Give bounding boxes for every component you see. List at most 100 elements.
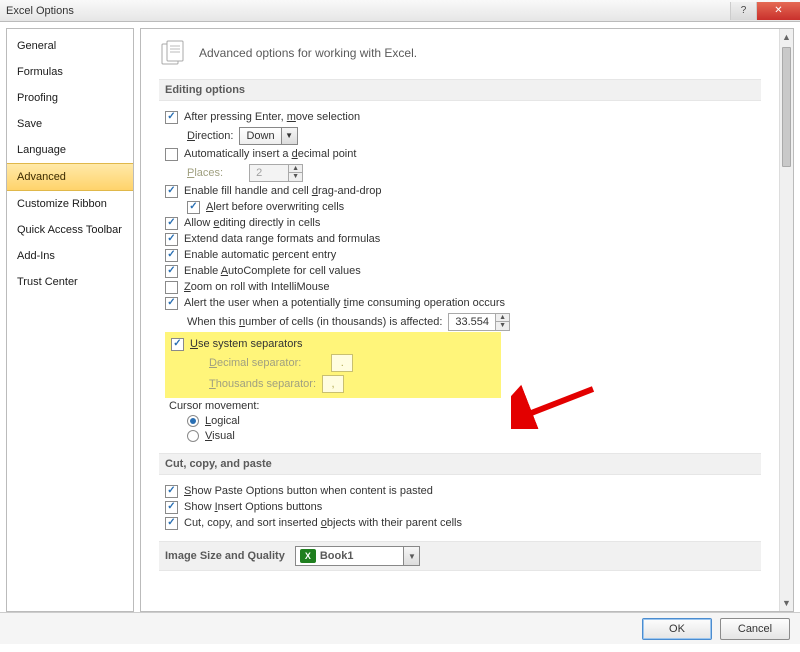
- opt-use-system-separators[interactable]: Use system separators: [190, 338, 303, 350]
- page-heading: Advanced options for working with Excel.: [199, 46, 417, 60]
- close-button[interactable]: ✕: [756, 2, 800, 20]
- section-cut-copy-paste: Cut, copy, and paste: [159, 453, 761, 475]
- checkbox-icon[interactable]: [165, 217, 178, 230]
- opt-label: Allow editing directly in cells: [184, 217, 320, 229]
- sidebar-item-save[interactable]: Save: [7, 111, 133, 137]
- checkbox-icon[interactable]: [165, 249, 178, 262]
- opt-label: Show Paste Options button when content i…: [184, 485, 433, 497]
- opt-direction: Direction: Down ▼: [159, 125, 761, 146]
- opt-label: Enable automatic percent entry: [184, 249, 336, 261]
- checkbox-icon[interactable]: [165, 297, 178, 310]
- spinner-buttons: ▲▼: [288, 165, 302, 181]
- opt-label: Alert before overwriting cells: [206, 201, 344, 213]
- sidebar-item-trust-center[interactable]: Trust Center: [7, 269, 133, 295]
- sidebar-item-proofing[interactable]: Proofing: [7, 85, 133, 111]
- opt-decimal-separator: Decimal separator: .: [165, 352, 501, 373]
- excel-icon: X: [300, 549, 316, 563]
- opt-fill-handle[interactable]: Enable fill handle and cell drag-and-dro…: [159, 183, 761, 199]
- decimal-sep-input: .: [331, 354, 353, 372]
- scroll-down-icon[interactable]: ▼: [780, 595, 793, 611]
- checkbox-icon[interactable]: [165, 281, 178, 294]
- opt-thousands-separator: Thousands separator: ,: [165, 373, 501, 394]
- opt-percent-entry[interactable]: Enable automatic percent entry: [159, 247, 761, 263]
- window-controls: ? ✕: [730, 2, 800, 20]
- opt-alert-overwrite[interactable]: Alert before overwriting cells: [159, 199, 761, 215]
- scrollbar-thumb[interactable]: [782, 47, 791, 167]
- opt-allow-editing[interactable]: Allow editing directly in cells: [159, 215, 761, 231]
- checkbox-icon[interactable]: [165, 265, 178, 278]
- checkbox-icon[interactable]: [165, 485, 178, 498]
- cancel-button[interactable]: Cancel: [720, 618, 790, 640]
- opt-cursor-logical[interactable]: Logical: [159, 413, 761, 428]
- chevron-down-icon[interactable]: ▼: [281, 128, 297, 144]
- sidebar-item-language[interactable]: Language: [7, 137, 133, 163]
- opt-zoom-intellimouse[interactable]: Zoom on roll with IntelliMouse: [159, 279, 761, 295]
- highlight-separators: Use system separators Decimal separator:…: [165, 332, 501, 398]
- section-editing-options: Editing options: [159, 79, 761, 101]
- opt-autocomplete[interactable]: Enable AutoComplete for cell values: [159, 263, 761, 279]
- cursor-movement-label: Cursor movement:: [159, 398, 761, 413]
- thousands-sep-label: Thousands separator:: [209, 378, 316, 390]
- radio-icon[interactable]: [187, 415, 199, 427]
- opt-label: Show Insert Options buttons: [184, 501, 322, 513]
- opt-label: Alert the user when a potentially time c…: [184, 297, 505, 309]
- opt-label: Cut, copy, and sort inserted objects wit…: [184, 517, 462, 529]
- places-label: Places:: [187, 167, 223, 179]
- category-sidebar: General Formulas Proofing Save Language …: [6, 28, 134, 612]
- opt-label: Logical: [205, 415, 240, 427]
- direction-select[interactable]: Down ▼: [239, 127, 297, 145]
- checkbox-icon[interactable]: [187, 201, 200, 214]
- decimal-sep-label: Decimal separator:: [209, 357, 301, 369]
- opt-label: After pressing Enter, move selection: [184, 111, 360, 123]
- sidebar-item-general[interactable]: General: [7, 33, 133, 59]
- num-cells-spinner[interactable]: 33.554 ▲▼: [448, 313, 510, 331]
- places-spinner: 2 ▲▼: [249, 164, 303, 182]
- opt-show-insert-options[interactable]: Show Insert Options buttons: [159, 499, 761, 515]
- spinner-buttons[interactable]: ▲▼: [495, 314, 509, 330]
- workbook-select[interactable]: X Book1 ▼: [295, 546, 421, 566]
- sidebar-item-customize-ribbon[interactable]: Customize Ribbon: [7, 191, 133, 217]
- vertical-scrollbar[interactable]: ▲ ▼: [779, 29, 793, 611]
- direction-label: Direction:: [187, 130, 233, 142]
- opt-label: Extend data range formats and formulas: [184, 233, 380, 245]
- page-header: Advanced options for working with Excel.: [159, 39, 761, 67]
- num-cells-label: When this number of cells (in thousands)…: [187, 316, 442, 328]
- opt-cut-copy-sort-objects[interactable]: Cut, copy, and sort inserted objects wit…: [159, 515, 761, 531]
- opt-num-cells: When this number of cells (in thousands)…: [159, 311, 761, 332]
- window-title: Excel Options: [6, 5, 74, 17]
- checkbox-icon[interactable]: [171, 338, 184, 351]
- opt-cursor-visual[interactable]: Visual: [159, 428, 761, 443]
- opt-after-enter[interactable]: After pressing Enter, move selection: [159, 109, 761, 125]
- checkbox-icon[interactable]: [165, 233, 178, 246]
- sidebar-item-formulas[interactable]: Formulas: [7, 59, 133, 85]
- chevron-down-icon[interactable]: ▼: [403, 547, 419, 565]
- section-image-size-quality: Image Size and Quality X Book1 ▼: [159, 541, 761, 571]
- checkbox-icon[interactable]: [165, 111, 178, 124]
- opt-label: Automatically insert a decimal point: [184, 148, 356, 160]
- title-bar: Excel Options ? ✕: [0, 0, 800, 22]
- checkbox-icon[interactable]: [165, 185, 178, 198]
- help-button[interactable]: ?: [730, 2, 756, 20]
- checkbox-icon[interactable]: [165, 517, 178, 530]
- opt-show-paste-options[interactable]: Show Paste Options button when content i…: [159, 483, 761, 499]
- opt-label: Enable AutoComplete for cell values: [184, 265, 361, 277]
- scroll-up-icon[interactable]: ▲: [780, 29, 793, 45]
- opt-auto-decimal[interactable]: Automatically insert a decimal point: [159, 146, 761, 162]
- thousands-sep-input: ,: [322, 375, 344, 393]
- opt-label: Enable fill handle and cell drag-and-dro…: [184, 185, 382, 197]
- sidebar-item-addins[interactable]: Add-Ins: [7, 243, 133, 269]
- options-icon: [159, 39, 187, 67]
- main-panel: Advanced options for working with Excel.…: [140, 28, 794, 612]
- checkbox-icon[interactable]: [165, 501, 178, 514]
- sidebar-item-qat[interactable]: Quick Access Toolbar: [7, 217, 133, 243]
- radio-icon[interactable]: [187, 430, 199, 442]
- opt-alert-time-consuming[interactable]: Alert the user when a potentially time c…: [159, 295, 761, 311]
- opt-extend-formats[interactable]: Extend data range formats and formulas: [159, 231, 761, 247]
- ok-button[interactable]: OK: [642, 618, 712, 640]
- dialog-footer: OK Cancel: [0, 612, 800, 644]
- checkbox-icon[interactable]: [165, 148, 178, 161]
- sidebar-item-advanced[interactable]: Advanced: [7, 163, 133, 191]
- opt-places: Places: 2 ▲▼: [159, 162, 761, 183]
- opt-label: Visual: [205, 430, 235, 442]
- opt-label: Zoom on roll with IntelliMouse: [184, 281, 330, 293]
